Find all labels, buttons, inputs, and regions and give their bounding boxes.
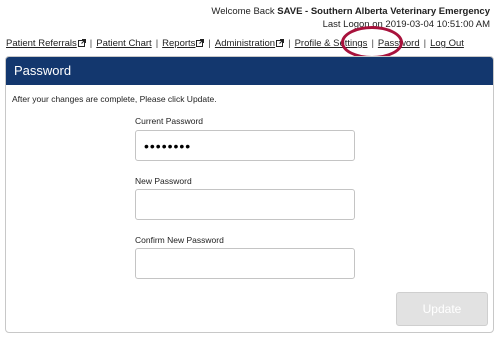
welcome-line: Welcome Back SAVE - Southern Alberta Vet… — [211, 5, 490, 18]
nav-reports-label: Reports — [162, 38, 196, 49]
current-password-field[interactable] — [135, 130, 355, 161]
nav-password[interactable]: Password — [378, 38, 420, 49]
panel-title: Password — [6, 57, 493, 85]
nav-separator: | — [371, 38, 374, 49]
new-password-field[interactable] — [135, 189, 355, 220]
nav-separator: | — [208, 38, 211, 49]
nav-administration-label: Administration — [214, 38, 276, 49]
user-name: SAVE - Southern Alberta Veterinary Emerg… — [277, 6, 490, 17]
nav-patient-chart-label: Patient Chart — [96, 38, 152, 49]
nav-log-out-label: Log Out — [430, 38, 464, 49]
external-link-icon — [77, 39, 86, 47]
main-nav: Patient Referrals | Patient Chart | Reports |… — [6, 38, 464, 49]
nav-separator: | — [89, 38, 93, 49]
external-link-icon — [276, 39, 285, 47]
nav-patient-chart[interactable]: Patient Chart — [96, 38, 151, 49]
new-password-label: New Password — [135, 176, 192, 186]
nav-separator: | — [155, 38, 159, 49]
nav-profile-settings-label: Profile & Settings — [294, 38, 368, 49]
nav-separator: | — [288, 38, 291, 49]
current-password-label: Current Password — [135, 116, 204, 126]
confirm-password-field[interactable] — [135, 248, 355, 279]
password-panel: Password After your changes are complete… — [5, 56, 494, 333]
nav-password-label: Password — [377, 38, 420, 49]
last-logon: Last Logon on 2019-03-04 10:51:00 AM — [322, 19, 490, 30]
welcome-prefix: Welcome Back — [211, 6, 275, 17]
update-button[interactable]: Update — [396, 292, 488, 326]
nav-reports[interactable]: Reports — [162, 38, 205, 49]
instructions-text: After your changes are complete, Please … — [12, 94, 217, 104]
welcome-header: Welcome Back SAVE - Southern Alberta Vet… — [211, 5, 490, 31]
nav-profile-settings[interactable]: Profile & Settings — [295, 38, 368, 49]
external-link-icon — [196, 39, 205, 47]
nav-patient-referrals-label: Patient Referrals — [6, 38, 77, 49]
nav-patient-referrals[interactable]: Patient Referrals — [6, 38, 86, 49]
nav-separator: | — [423, 38, 427, 49]
nav-administration[interactable]: Administration — [214, 38, 285, 49]
nav-log-out[interactable]: Log Out — [430, 38, 464, 49]
confirm-password-label: Confirm New Password — [135, 235, 224, 245]
